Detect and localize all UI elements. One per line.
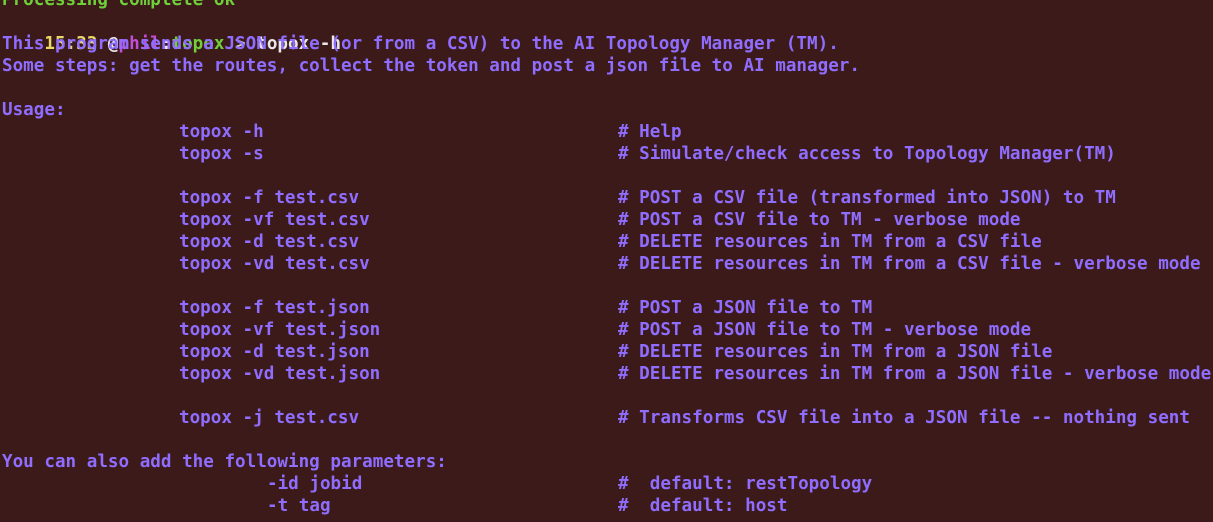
usage-command: topox -d test.csv xyxy=(179,232,360,252)
usage-row: topox -f test.csv # POST a CSV file (tra… xyxy=(2,187,1213,209)
usage-command: topox -vd test.csv xyxy=(179,254,370,274)
usage-row: topox -s # Simulate/check access to Topo… xyxy=(2,143,1213,165)
usage-row: topox -h # Help xyxy=(2,121,1213,143)
param-flag: -t tag xyxy=(267,496,331,516)
usage-command: topox -vf test.json xyxy=(179,320,381,340)
usage-command: topox -f test.csv xyxy=(179,188,360,208)
param-comment: # default: restTopology xyxy=(618,474,873,494)
usage-row: topox -j test.csv # Transforms CSV file … xyxy=(2,407,1213,429)
usage-comment: # POST a JSON file to TM xyxy=(618,298,873,318)
terminal-window[interactable]: Processing complete ok 15:33 @phil:topox… xyxy=(2,0,1213,522)
usage-comment: # DELETE resources in TM from a JSON fil… xyxy=(618,342,1053,362)
usage-row: topox -vd test.csv # DELETE resources in… xyxy=(2,253,1213,275)
usage-heading: Usage: xyxy=(2,100,66,120)
usage-row: topox -d test.csv # DELETE resources in … xyxy=(2,231,1213,253)
usage-comment: # DELETE resources in TM from a CSV file… xyxy=(618,254,1201,274)
usage-comment: # Simulate/check access to Topology Mana… xyxy=(618,144,1116,164)
usage-row: topox -d test.json # DELETE resources in… xyxy=(2,341,1213,363)
usage-command: topox -j test.csv xyxy=(179,408,360,428)
usage-comment: # Transforms CSV file into a JSON file -… xyxy=(618,408,1190,428)
param-row: -t tag # default: host xyxy=(2,495,1213,517)
usage-command: topox -vd test.json xyxy=(179,364,381,384)
param-row: -id jobid # default: restTopology xyxy=(2,473,1213,495)
usage-row: topox -vd test.json # DELETE resources i… xyxy=(2,363,1213,385)
usage-command: topox -vf test.csv xyxy=(179,210,370,230)
usage-row: topox -vf test.csv # POST a CSV file to … xyxy=(2,209,1213,231)
param-flag: -id jobid xyxy=(267,474,363,494)
usage-comment: # DELETE resources in TM from a CSV file xyxy=(618,232,1042,252)
usage-comment: # DELETE resources in TM from a JSON fil… xyxy=(618,364,1212,384)
usage-comment: # Help xyxy=(618,122,682,142)
prompt-line: 15:33 @phil:topox > topox -h xyxy=(2,11,1213,54)
intro-line-2: Some steps: get the routes, collect the … xyxy=(2,56,860,76)
usage-comment: # POST a CSV file to TM - verbose mode xyxy=(618,210,1021,230)
usage-row: topox -vf test.json # POST a JSON file t… xyxy=(2,319,1213,341)
params-heading: You can also add the following parameter… xyxy=(2,452,447,472)
intro-line-1: This program sends a JSON file (or from … xyxy=(2,34,839,54)
usage-row: topox -f test.json # POST a JSON file to… xyxy=(2,297,1213,319)
previous-output-line: Processing complete ok xyxy=(2,0,236,10)
usage-command: topox -s xyxy=(179,144,264,164)
usage-command: topox -f test.json xyxy=(179,298,370,318)
usage-command: topox -h xyxy=(179,122,264,142)
usage-command: topox -d test.json xyxy=(179,342,370,362)
usage-comment: # POST a JSON file to TM - verbose mode xyxy=(618,320,1032,340)
param-comment: # default: host xyxy=(618,496,788,516)
usage-comment: # POST a CSV file (transformed into JSON… xyxy=(618,188,1116,208)
